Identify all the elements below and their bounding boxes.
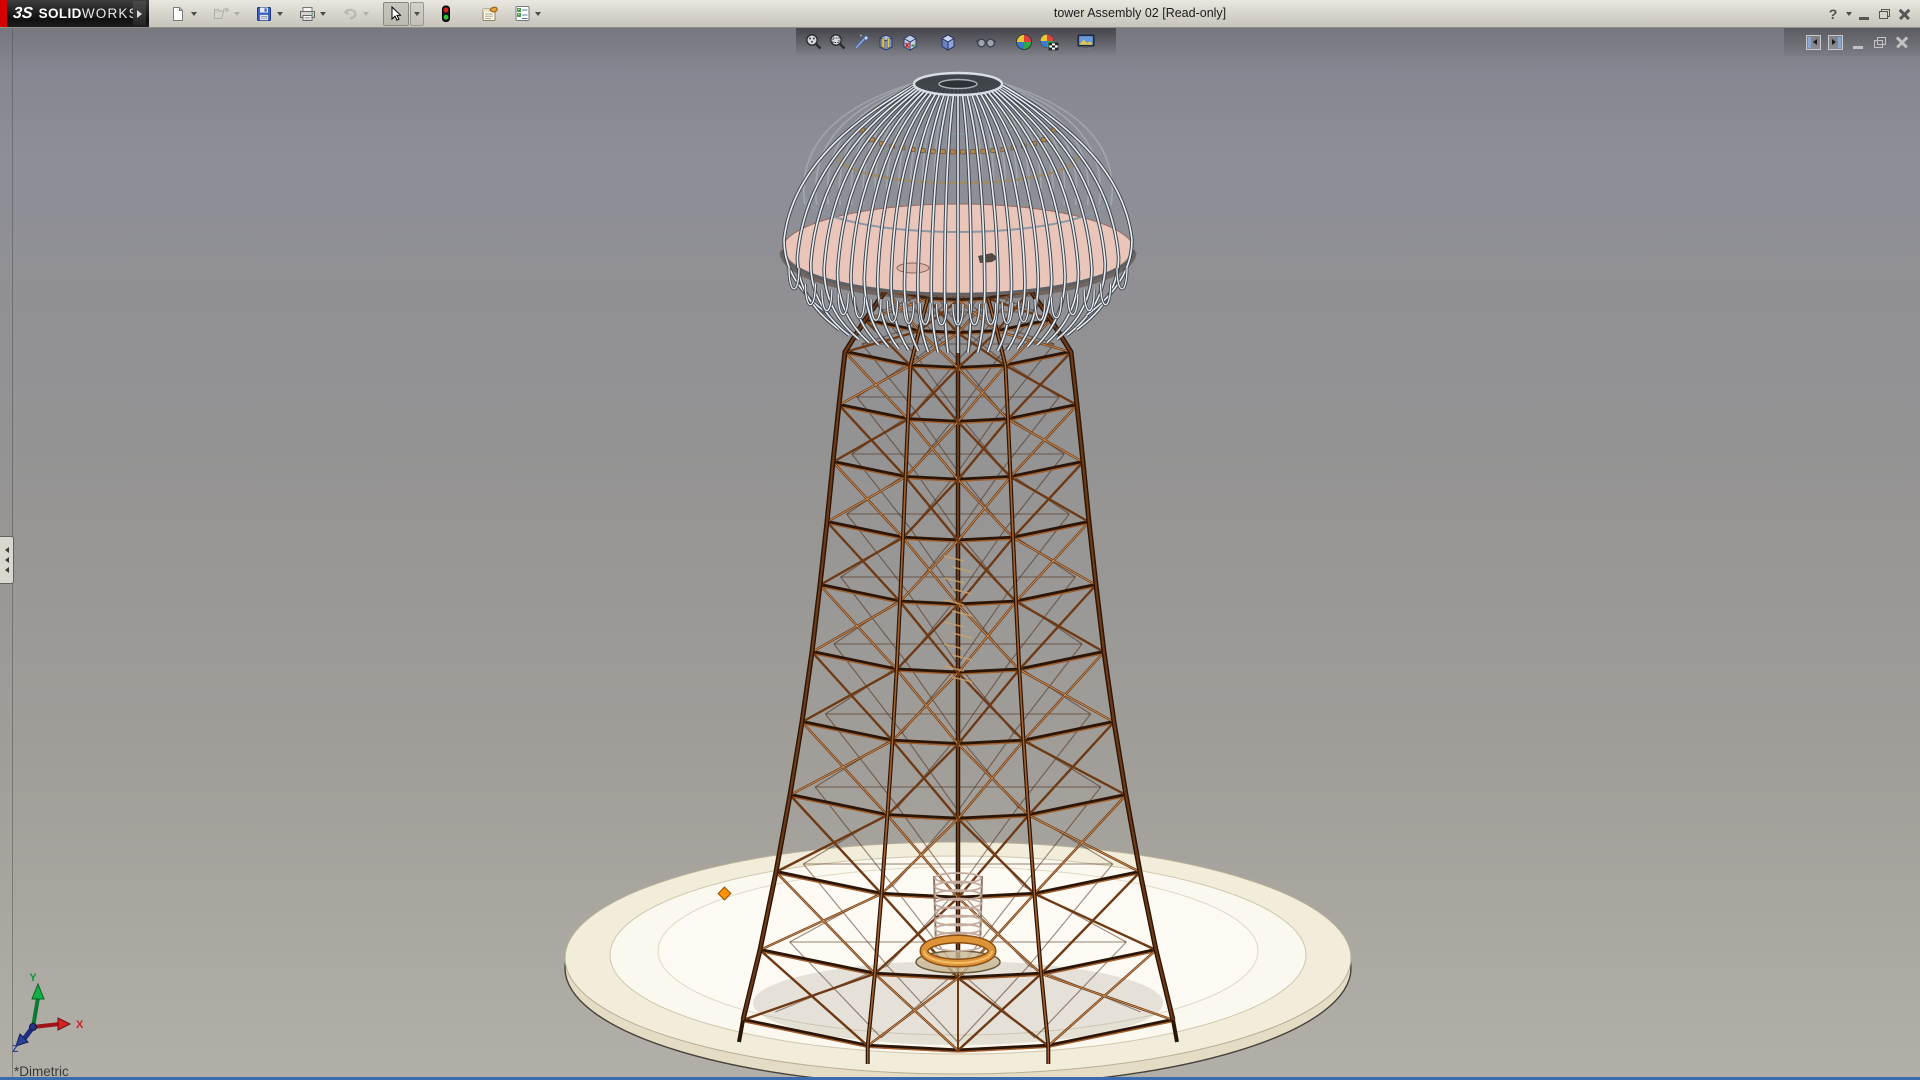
ds-logo-mark: 3S	[12, 4, 34, 22]
view-orientation-icon	[903, 34, 917, 51]
hide-show-items-button[interactable]	[974, 30, 998, 54]
solidworks-logo: 3S SOLID WORKS	[7, 0, 149, 27]
restore-button[interactable]	[1874, 2, 1894, 26]
restore-icon	[1873, 36, 1886, 48]
brand-accent-bar	[0, 0, 7, 27]
previous-pane-button[interactable]	[1803, 31, 1824, 53]
display-style-icon	[941, 34, 955, 51]
chevron-left-icon	[4, 547, 9, 553]
new-document-button[interactable]	[168, 2, 188, 26]
select-tool-button[interactable]	[383, 1, 409, 26]
orientation-triad: Y X Z	[12, 972, 84, 1055]
help-dropdown[interactable]	[1843, 2, 1854, 26]
section-view-button[interactable]	[874, 30, 898, 54]
new-document-icon	[173, 6, 183, 21]
doc-close-button[interactable]	[1891, 31, 1912, 53]
graphics-area[interactable]: Y X Z *Dimetric	[0, 28, 1920, 1080]
quick-access-toolbar	[168, 0, 543, 27]
chevron-left-icon	[4, 557, 9, 563]
next-pane-icon	[1828, 34, 1843, 50]
triad-y-label: Y	[29, 972, 37, 984]
options-button[interactable]	[512, 2, 532, 26]
document-window-controls	[1784, 28, 1920, 56]
undo-button[interactable]	[340, 2, 360, 26]
print-dropdown[interactable]	[317, 2, 328, 26]
file-properties-button[interactable]	[480, 2, 500, 26]
print-icon	[299, 6, 315, 21]
save-button[interactable]	[254, 2, 274, 26]
solidworks-window: 3S SOLID WORKS tower Assembly 02 [Read-o…	[0, 0, 1920, 1080]
close-button[interactable]	[1894, 2, 1914, 26]
undo-dropdown[interactable]	[360, 2, 371, 26]
rebuild-traffic-light-icon	[442, 5, 450, 22]
doc-minimize-button[interactable]	[1847, 31, 1868, 53]
apply-scene-button[interactable]	[1036, 30, 1060, 54]
minimize-icon	[1859, 16, 1869, 20]
tower-assembly-model[interactable]: Y X Z	[0, 28, 1920, 1080]
close-icon	[1896, 36, 1908, 48]
triad-x-label: X	[76, 1019, 84, 1031]
checkered-flag	[1048, 42, 1058, 51]
brand-name-bold: SOLID	[38, 6, 82, 21]
brand-name-light: WORKS	[81, 6, 139, 21]
hide-show-items-icon	[975, 38, 997, 48]
zoom-to-area-icon	[830, 34, 846, 50]
zoom-to-fit-button[interactable]	[802, 30, 826, 54]
edit-appearance-icon	[1016, 34, 1032, 50]
view-orientation-button[interactable]	[898, 30, 922, 54]
apply-scene-icon	[1039, 34, 1058, 51]
chevron-right-icon	[137, 9, 142, 18]
help-icon: ?	[1828, 5, 1838, 22]
edit-appearance-button[interactable]	[1012, 30, 1036, 54]
select-cursor-icon	[391, 5, 402, 21]
headsup-view-toolbar	[796, 28, 1116, 56]
section-view-icon	[878, 34, 894, 51]
display-style-button[interactable]	[936, 30, 960, 54]
undo-icon	[343, 8, 357, 19]
view-settings-button[interactable]	[1074, 30, 1098, 54]
window-title: tower Assembly 02 [Read-only]	[1053, 6, 1227, 20]
rebuild-button[interactable]	[436, 2, 456, 26]
minimize-button[interactable]	[1854, 2, 1874, 26]
view-settings-icon	[1077, 34, 1095, 50]
zoom-to-fit-icon	[806, 34, 822, 50]
select-dropdown[interactable]	[410, 1, 424, 26]
previous-view-icon	[854, 34, 870, 50]
open-button[interactable]	[211, 2, 231, 26]
restore-icon	[1878, 8, 1890, 19]
print-button[interactable]	[297, 2, 317, 26]
menu-flyout-button[interactable]	[133, 1, 146, 26]
help-button[interactable]: ?	[1823, 2, 1843, 26]
previous-view-button[interactable]	[850, 30, 874, 54]
save-dropdown[interactable]	[274, 2, 285, 26]
close-icon	[1899, 8, 1910, 19]
minimize-icon	[1852, 45, 1863, 49]
options-icon	[515, 6, 529, 21]
app-window-controls: ?	[1823, 0, 1914, 27]
previous-pane-icon	[1806, 34, 1821, 50]
doc-restore-button[interactable]	[1869, 31, 1890, 53]
open-icon	[213, 6, 229, 19]
file-properties-icon	[482, 6, 498, 21]
zoom-to-area-button[interactable]	[826, 30, 850, 54]
next-pane-button[interactable]	[1825, 31, 1846, 53]
save-icon	[257, 6, 271, 21]
options-dropdown[interactable]	[532, 2, 543, 26]
chevron-left-icon	[4, 567, 9, 573]
titlebar: 3S SOLID WORKS tower Assembly 02 [Read-o…	[0, 0, 1920, 28]
open-dropdown[interactable]	[231, 2, 242, 26]
feature-tree-flyout-tab[interactable]	[0, 536, 14, 584]
new-dropdown[interactable]	[188, 2, 199, 26]
